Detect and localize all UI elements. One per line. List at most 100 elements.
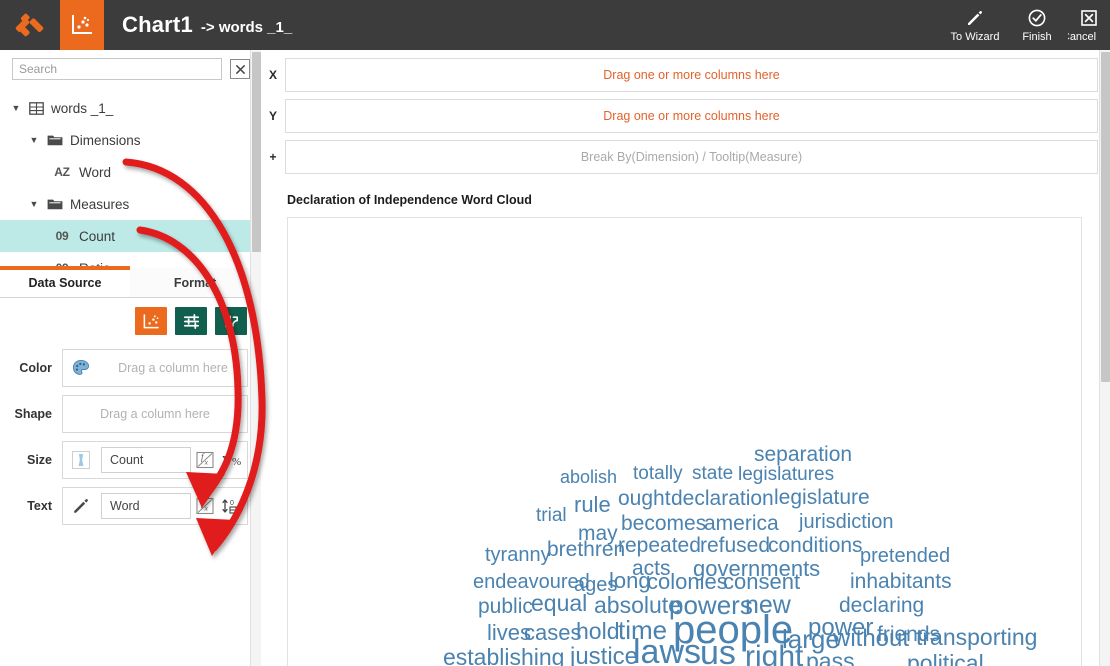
title-bar: Chart1 -> words _1_ To Wizard Finish anc… <box>0 0 1110 50</box>
word-cloud-word[interactable]: pass <box>806 650 855 666</box>
sigma-percent-icon[interactable]: Σ % <box>217 451 247 469</box>
word-cloud-word[interactable]: pretended <box>860 546 950 566</box>
panel-tabs: Data Source Format <box>0 266 261 298</box>
word-cloud-word[interactable]: america <box>704 513 779 534</box>
chart-name: Chart1 <box>122 12 193 37</box>
word-cloud-word[interactable]: abolish <box>560 468 617 486</box>
word-cloud-word[interactable]: long <box>609 570 651 592</box>
chart-type-badge-icon[interactable] <box>60 0 104 50</box>
palette-icon <box>63 358 99 378</box>
tab-data-source[interactable]: Data Source <box>0 266 130 297</box>
dropzone-x-hint: Drag one or more columns here <box>603 67 780 82</box>
chart-card: Declaration of Independence Word Cloud s… <box>273 185 1085 666</box>
formula-icon[interactable]: f x <box>193 495 217 517</box>
word-cloud-frame[interactable]: separation abolish totally state legislature… <box>287 217 1082 666</box>
shelf-dropzone-text[interactable]: Word f x 0 <box>62 487 248 525</box>
tree-node-dataset[interactable]: ▼ words _1_ <box>0 92 260 124</box>
word-cloud-word[interactable]: endeavoured <box>473 572 590 592</box>
sort-order-icon[interactable]: 0 <box>217 496 247 516</box>
shelf-label-shape: Shape <box>14 407 52 421</box>
dropzone-y[interactable]: Drag one or more columns here <box>285 98 1098 133</box>
cancel-button[interactable]: Cancel <box>1068 0 1110 50</box>
shelf-dropzone-shape[interactable]: Drag a column here <box>62 395 248 433</box>
field-tree: ▼ words _1_ ▼ Dimensions AZ Word ▼ Measu… <box>0 86 260 284</box>
app-logo-icon[interactable] <box>0 0 60 50</box>
scrollbar-thumb[interactable] <box>252 52 261 252</box>
shelf-dropzone-size[interactable]: Count f x Σ % <box>62 441 248 479</box>
word-cloud-word[interactable]: cases <box>524 622 581 644</box>
word-cloud-word[interactable]: public <box>478 596 533 617</box>
dropzone-breakby[interactable]: Break By(Dimension) / Tooltip(Measure) <box>285 139 1098 174</box>
word-cloud: separation abolish totally state legislature… <box>288 218 1081 666</box>
word-cloud-word[interactable]: ought <box>618 488 671 509</box>
size-field-label: Count <box>110 453 144 467</box>
word-cloud-word[interactable]: transporting <box>916 626 1037 649</box>
main-panel-scrollbar[interactable] <box>1099 50 1110 666</box>
word-cloud-word[interactable]: us <box>700 636 736 666</box>
text-field-pill[interactable]: Word <box>101 493 191 519</box>
svg-text:Σ: Σ <box>222 454 230 469</box>
caret-down-icon[interactable]: ▼ <box>28 199 40 209</box>
titlebar-actions: To Wizard Finish Cancel <box>944 0 1110 50</box>
word-cloud-word[interactable]: legislature <box>774 487 870 508</box>
search-input[interactable] <box>12 58 222 80</box>
word-cloud-word[interactable]: equal <box>531 592 587 615</box>
encoding-shelves: Color Drag a column here Shape Drag a co… <box>0 298 261 529</box>
word-cloud-word[interactable]: state <box>692 464 733 483</box>
close-box-icon <box>1081 9 1097 26</box>
word-cloud-word[interactable]: right <box>745 642 803 666</box>
word-cloud-word[interactable]: hold <box>576 620 619 643</box>
word-cloud-word[interactable]: tyranny <box>485 545 551 565</box>
word-cloud-word[interactable]: declaring <box>839 595 924 616</box>
sort-filter-icon[interactable] <box>175 307 207 335</box>
tree-node-dimensions[interactable]: ▼ Dimensions <box>0 124 260 156</box>
svg-text:x: x <box>204 458 209 467</box>
word-cloud-word[interactable]: becomes <box>621 513 706 534</box>
tab-format[interactable]: Format <box>130 268 260 297</box>
pencil-icon <box>968 10 983 25</box>
word-cloud-word[interactable]: declaration <box>671 488 774 509</box>
word-cloud-word[interactable]: inhabitants <box>850 571 952 592</box>
shelf-toolbar <box>0 298 261 345</box>
word-cloud-word[interactable]: conditions <box>768 535 863 556</box>
word-cloud-word[interactable]: totally <box>633 464 683 483</box>
word-cloud-word[interactable]: absolute <box>594 594 681 617</box>
swap-axis-icon[interactable] <box>215 307 247 335</box>
table-icon <box>29 101 44 116</box>
caret-down-icon[interactable]: ▼ <box>28 135 40 145</box>
tree-node-word[interactable]: AZ Word <box>0 156 260 188</box>
dropzone-key-x: X <box>268 67 277 82</box>
scrollbar-thumb[interactable] <box>1101 52 1110 382</box>
left-panel-scrollbar[interactable] <box>250 50 261 666</box>
to-wizard-button[interactable]: To Wizard <box>944 0 1006 50</box>
clear-search-icon[interactable] <box>230 59 250 79</box>
tree-label: Count <box>79 228 116 244</box>
chart-type-icon[interactable] <box>135 307 167 335</box>
formula-icon[interactable]: f x <box>193 449 217 471</box>
size-field-pill[interactable]: Count <box>101 447 191 473</box>
word-cloud-word[interactable]: separation <box>754 444 852 465</box>
tree-node-count[interactable]: 09 Count <box>0 220 260 252</box>
tree-node-measures[interactable]: ▼ Measures <box>0 188 260 220</box>
caret-down-icon[interactable]: ▼ <box>10 103 22 113</box>
word-cloud-word[interactable]: establishing <box>443 646 564 666</box>
word-cloud-word[interactable]: refused <box>700 535 770 556</box>
pencil-icon <box>63 496 99 516</box>
word-cloud-word[interactable]: justice <box>570 645 638 666</box>
word-cloud-word[interactable]: brethren <box>547 539 625 560</box>
shelf-size: Size Count f x Σ % <box>0 437 261 483</box>
word-cloud-word[interactable]: jurisdiction <box>799 512 893 532</box>
word-cloud-word[interactable]: laws <box>633 635 701 666</box>
dropzone-x[interactable]: Drag one or more columns here <box>285 57 1098 92</box>
tree-label: words _1_ <box>51 100 114 116</box>
word-cloud-word[interactable]: trial <box>536 506 567 525</box>
word-cloud-word[interactable]: political <box>907 652 984 666</box>
svg-text:x: x <box>204 504 209 513</box>
finish-button[interactable]: Finish <box>1006 0 1068 50</box>
shelf-dropzone-color[interactable]: Drag a column here <box>62 349 248 387</box>
word-cloud-word[interactable]: repeated <box>618 535 701 556</box>
dimension-type-tag: AZ <box>54 165 70 179</box>
word-cloud-word[interactable]: legislatures <box>738 465 834 484</box>
word-cloud-word[interactable]: rule <box>574 494 611 516</box>
chart-designer-window: Chart1 -> words _1_ To Wizard Finish anc… <box>0 0 1110 666</box>
